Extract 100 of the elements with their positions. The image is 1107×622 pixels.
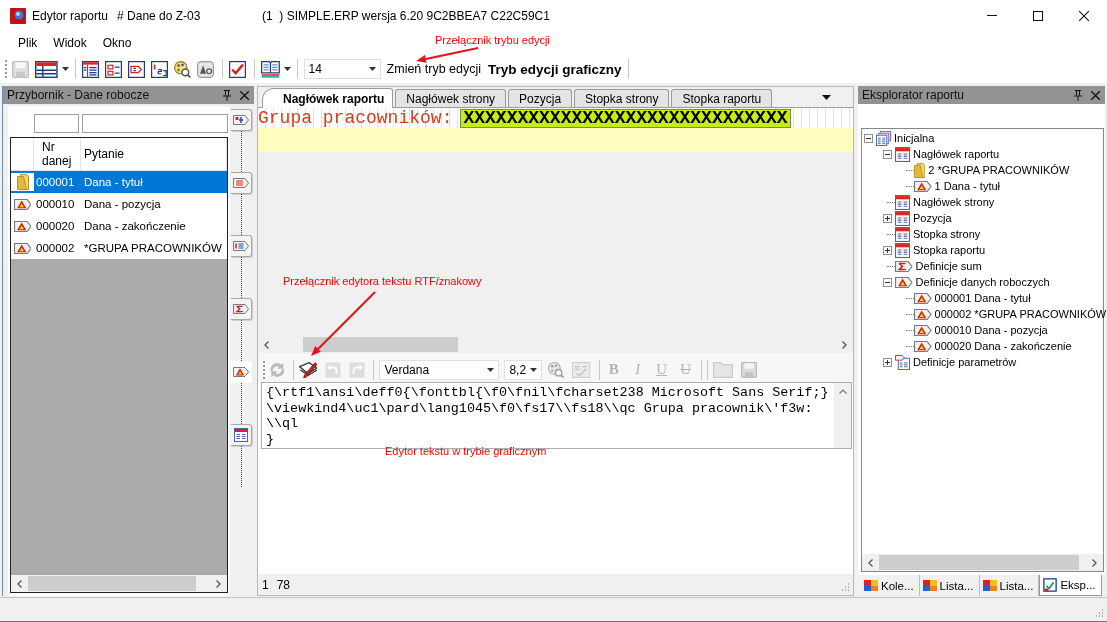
tree-item[interactable]: 000020 Dana - zakończenie — [934, 340, 1072, 352]
menu-item[interactable]: Okno — [94, 34, 140, 52]
menu-item[interactable]: Plik — [10, 34, 46, 52]
expand-icon[interactable] — [883, 245, 892, 255]
page-tag-icon[interactable] — [127, 60, 145, 78]
chevron-up-icon[interactable] — [838, 389, 847, 394]
grid-row[interactable]: 000020 Dana - zakończenie — [11, 215, 227, 237]
app-version-info: (1 ) SIMPLE.ERP wersja 6.20 9C2BBEA7 C22C59C1 — [262, 8, 550, 23]
resize-grip-icon[interactable] — [1094, 608, 1104, 618]
grid-row[interactable]: 000010 Dana - pozycja — [11, 193, 227, 215]
scrollbar-thumb[interactable] — [28, 576, 196, 591]
pen-page-icon[interactable] — [298, 361, 318, 378]
font-tile-icon[interactable] — [196, 60, 214, 78]
sigma-tag-icon — [895, 260, 913, 272]
column-header[interactable]: Nr danej — [34, 138, 81, 170]
fields-page-icon[interactable] — [104, 60, 122, 78]
vertical-scrollbar[interactable] — [834, 383, 851, 448]
tree-item[interactable]: Nagłówek strony — [913, 196, 995, 208]
toolbox-tab[interactable] — [231, 109, 252, 131]
menu-item[interactable]: Widok — [45, 34, 95, 52]
book-icon[interactable] — [260, 60, 280, 78]
report-section-icon — [234, 428, 248, 442]
grip-handle[interactable] — [5, 60, 8, 78]
palette-icon[interactable] — [173, 60, 191, 78]
tab[interactable]: Nagłówek strony — [395, 89, 507, 107]
collapse-icon[interactable] — [883, 277, 892, 287]
chevron-right-icon[interactable] — [1092, 558, 1097, 567]
tree-item[interactable]: 000002 *GRUPA PRACOWNIKÓW — [934, 308, 1107, 320]
expand-icon[interactable] — [883, 213, 892, 223]
collapse-icon[interactable] — [883, 149, 892, 159]
code-line: \\ql — [266, 416, 300, 432]
report-pages-icon — [876, 130, 891, 146]
horizontal-scrollbar[interactable] — [258, 336, 853, 353]
tab[interactable]: Kole... — [861, 575, 920, 596]
caret-icon[interactable] — [822, 94, 831, 100]
tab[interactable]: Stopka raportu — [671, 89, 773, 107]
checkbox-tick-icon[interactable] — [228, 60, 246, 78]
band-field[interactable]: XXXXXXXXXXXXXXXXXXXXXXXXXXXXXX — [460, 108, 791, 128]
close-icon — [1079, 10, 1089, 21]
code-line: {\rtf1\ansi\deff0{\fonttbl{\f0\fnil\fcharset238 Microsoft Sans Serif;} — [266, 385, 830, 401]
warning-tag-icon — [13, 242, 32, 254]
toolbox-tab[interactable] — [231, 172, 252, 194]
folder-icon — [914, 162, 926, 178]
filter-field[interactable] — [82, 114, 228, 133]
pin-icon[interactable] — [223, 89, 231, 101]
document-name: # Dane do Z-03 — [117, 8, 201, 23]
tree-item[interactable]: Stopka strony — [913, 228, 981, 240]
collapse-icon[interactable] — [864, 133, 873, 143]
tab[interactable]: Nagłówek raportu — [262, 88, 394, 108]
tree-item[interactable]: 1 Dana - tytuł — [934, 180, 1000, 192]
tree-item[interactable]: Definicje parametrów — [913, 356, 1017, 368]
tree-item[interactable]: 2 *GRUPA PRACOWNIKÓW — [928, 164, 1070, 176]
close-icon[interactable] — [240, 90, 249, 100]
tree-item[interactable]: Inicjalna — [894, 132, 935, 144]
tree-item[interactable]: Definicje sum — [915, 260, 982, 272]
band-label[interactable]: Grupa pracowników: — [258, 108, 453, 128]
scrollbar-thumb[interactable] — [303, 337, 458, 352]
caret-icon[interactable] — [61, 67, 69, 71]
chevron-right-icon[interactable] — [842, 340, 847, 349]
numbered-list-icon[interactable] — [150, 60, 168, 78]
horizontal-scrollbar[interactable] — [11, 575, 227, 592]
tab[interactable]: Lista... — [919, 575, 980, 596]
font-dropdown[interactable]: Verdana — [379, 359, 500, 380]
tab[interactable]: Pozycja — [508, 89, 573, 107]
close-icon[interactable] — [1091, 90, 1100, 100]
tree-item[interactable]: 000001 Dana - tytuł — [934, 292, 1031, 304]
caret-icon — [487, 367, 495, 372]
chevron-left-icon[interactable] — [17, 579, 22, 588]
tree-item[interactable]: Stopka raportu — [913, 244, 986, 256]
list-tag-icon — [233, 241, 249, 251]
chevron-left-icon[interactable] — [868, 558, 873, 567]
caret-icon[interactable] — [283, 67, 291, 71]
font-size-dropdown[interactable]: 8,2 — [504, 359, 543, 380]
tree-item[interactable]: Definicje danych roboczych — [915, 276, 1050, 288]
filter-field[interactable] — [34, 114, 79, 133]
font-size-dropdown[interactable]: 14 — [303, 59, 381, 79]
chevron-left-icon[interactable] — [264, 340, 269, 349]
tab[interactable]: Stopka strony — [574, 89, 670, 107]
mode-switch-button[interactable]: Zmień tryb edycji — [383, 60, 485, 78]
grip-handle[interactable] — [263, 360, 266, 379]
column-header[interactable]: Pytanie — [81, 138, 227, 170]
expand-icon[interactable] — [883, 357, 892, 367]
tree-item[interactable]: 000010 Dana - pozycja — [934, 324, 1048, 336]
toolbox-tab[interactable] — [231, 298, 252, 320]
grid-row[interactable]: 000001 Dana - tytuł — [11, 171, 227, 193]
tab[interactable]: Eksp... — [1039, 575, 1102, 596]
grid-row[interactable]: 000002 *GRUPA PRACOWNIKÓW — [11, 237, 227, 259]
scrollbar-thumb[interactable] — [879, 555, 1079, 570]
horizontal-scrollbar[interactable] — [862, 554, 1103, 571]
table-cell-text: Dana - pozycja — [83, 197, 162, 212]
tree-item[interactable]: Nagłówek raportu — [913, 148, 1000, 160]
table-icon[interactable] — [35, 60, 58, 78]
toolbox-tab[interactable] — [231, 235, 252, 257]
resize-grip-icon[interactable] — [840, 582, 850, 592]
tree-item[interactable]: Pozycja — [913, 212, 952, 224]
pin-icon[interactable] — [1074, 89, 1082, 101]
toolbox-tab[interactable] — [231, 424, 252, 446]
sigma-tag-icon — [233, 304, 249, 314]
columns-page-icon[interactable] — [81, 60, 99, 78]
chevron-right-icon[interactable] — [216, 579, 221, 588]
